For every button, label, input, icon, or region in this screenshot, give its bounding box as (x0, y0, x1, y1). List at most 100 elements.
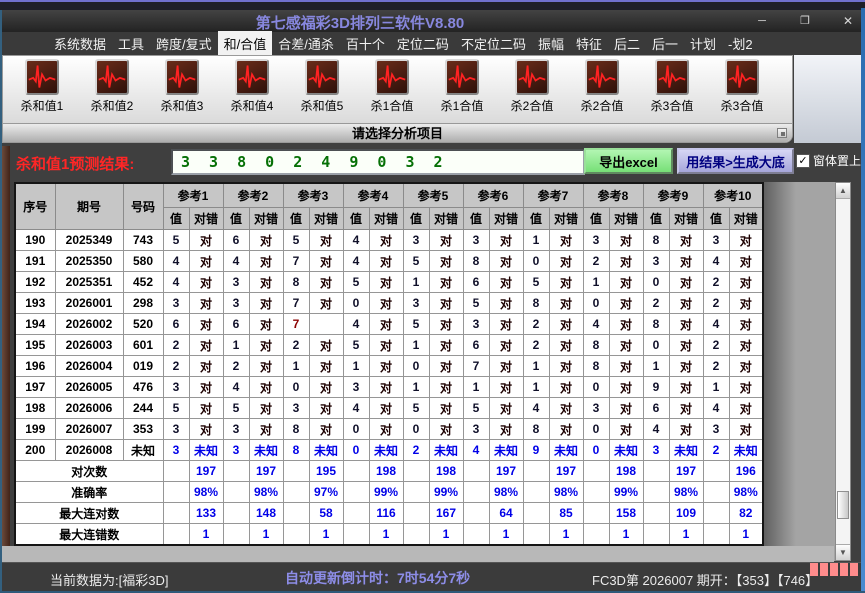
summary-gap-cell[interactable] (462, 523, 490, 546)
cell-ref-result[interactable]: 对 (428, 418, 464, 440)
cell-index[interactable]: 196 (14, 355, 56, 377)
cell-ref-value[interactable]: 8 (642, 313, 670, 335)
summary-gap-cell[interactable] (342, 523, 370, 546)
cell-number[interactable]: 580 (122, 250, 164, 272)
cell-ref-value[interactable]: 3 (222, 271, 250, 293)
cell-ref-value[interactable]: 3 (642, 250, 670, 272)
cell-ref-value[interactable]: 8 (282, 271, 310, 293)
cell-ref-value[interactable]: 1 (402, 334, 430, 356)
cell-ref-value[interactable]: 1 (342, 355, 370, 377)
summary-gap-cell[interactable] (582, 502, 610, 524)
cell-ref-value[interactable]: 5 (522, 271, 550, 293)
summary-value-cell[interactable]: 98% (548, 481, 584, 503)
cell-ref-value[interactable]: 5 (342, 271, 370, 293)
cell-ref-result[interactable]: 对 (248, 250, 284, 272)
cell-ref-value[interactable]: 0 (582, 292, 610, 314)
cell-number[interactable]: 未知 (122, 439, 164, 461)
menu-item-5[interactable]: 百十个 (340, 31, 391, 56)
cell-ref-result[interactable]: 对 (728, 397, 764, 419)
summary-gap-cell[interactable] (642, 523, 670, 546)
cell-ref-result[interactable]: 对 (728, 250, 764, 272)
cell-ref-result[interactable]: 对 (248, 229, 284, 251)
summary-gap-cell[interactable] (522, 502, 550, 524)
summary-gap-cell[interactable] (642, 460, 670, 482)
cell-ref-result[interactable]: 对 (668, 229, 704, 251)
summary-value-cell[interactable]: 1 (608, 523, 644, 546)
cell-ref-value[interactable]: 5 (342, 334, 370, 356)
summary-gap-cell[interactable] (462, 481, 490, 503)
summary-gap-cell[interactable] (282, 481, 310, 503)
cell-ref-value[interactable]: 3 (162, 439, 190, 461)
cell-ref-value[interactable]: 1 (522, 376, 550, 398)
cell-period[interactable]: 2025351 (54, 271, 124, 293)
cell-ref-result[interactable]: 对 (488, 229, 524, 251)
cell-ref-value[interactable]: 8 (522, 292, 550, 314)
cell-ref-result[interactable]: 对 (548, 271, 584, 293)
toolbar-button-5[interactable]: 杀和值5 (287, 59, 357, 114)
cell-ref-value[interactable]: 9 (642, 376, 670, 398)
cell-ref-result[interactable]: 对 (368, 313, 404, 335)
cell-ref-result[interactable]: 对 (488, 292, 524, 314)
cell-ref-result[interactable]: 对 (608, 418, 644, 440)
summary-gap-cell[interactable] (162, 460, 190, 482)
summary-value-cell[interactable]: 133 (188, 502, 224, 524)
cell-ref-value[interactable]: 2 (702, 292, 730, 314)
cell-ref-result[interactable]: 对 (368, 397, 404, 419)
cell-ref-result[interactable]: 对 (428, 271, 464, 293)
cell-ref-result[interactable]: 对 (488, 334, 524, 356)
cell-ref-value[interactable]: 5 (462, 292, 490, 314)
cell-ref-result[interactable]: 对 (308, 229, 344, 251)
menu-item-4[interactable]: 合差/通杀 (272, 31, 340, 56)
cell-ref-value[interactable]: 2 (402, 439, 430, 461)
cell-period[interactable]: 2025349 (54, 229, 124, 251)
cell-ref-result[interactable]: 对 (248, 355, 284, 377)
cell-ref-result[interactable]: 对 (488, 313, 524, 335)
cell-ref-result[interactable]: 对 (248, 334, 284, 356)
menu-item-11[interactable]: 后一 (646, 31, 684, 56)
cell-ref-value[interactable]: 4 (702, 397, 730, 419)
menu-item-9[interactable]: 特征 (570, 31, 608, 56)
toolbar-button-4[interactable]: 杀和值4 (217, 59, 287, 114)
cell-ref-value[interactable]: 8 (462, 250, 490, 272)
cell-ref-result[interactable]: 对 (248, 397, 284, 419)
cell-ref-result[interactable]: 对 (188, 376, 224, 398)
cell-number[interactable]: 244 (122, 397, 164, 419)
cell-ref-value[interactable]: 1 (402, 271, 430, 293)
summary-value-cell[interactable]: 197 (548, 460, 584, 482)
cell-ref-value[interactable]: 4 (702, 250, 730, 272)
cell-ref-result[interactable]: 对 (428, 250, 464, 272)
cell-ref-result[interactable]: 对 (308, 376, 344, 398)
cell-ref-result[interactable]: 对 (308, 292, 344, 314)
cell-ref-value[interactable]: 8 (522, 418, 550, 440)
cell-index[interactable]: 195 (14, 334, 56, 356)
cell-ref-result[interactable]: 对 (488, 271, 524, 293)
cell-ref-result[interactable]: 对 (368, 292, 404, 314)
summary-value-cell[interactable]: 109 (668, 502, 704, 524)
summary-gap-cell[interactable] (342, 502, 370, 524)
cell-ref-value[interactable]: 7 (282, 250, 310, 272)
cell-ref-result[interactable]: 对 (248, 292, 284, 314)
cell-ref-value[interactable]: 5 (222, 397, 250, 419)
cell-period[interactable]: 2026004 (54, 355, 124, 377)
summary-value-cell[interactable]: 1 (728, 523, 764, 546)
menu-item-2[interactable]: 跨度/复式 (150, 31, 218, 56)
cell-index[interactable]: 194 (14, 313, 56, 335)
cell-number[interactable]: 601 (122, 334, 164, 356)
cell-ref-result[interactable]: 对 (548, 229, 584, 251)
summary-value-cell[interactable]: 1 (668, 523, 704, 546)
cell-ref-value[interactable]: 4 (342, 229, 370, 251)
generate-result-button[interactable]: 用结果>生成大底 (677, 148, 794, 174)
cell-ref-result[interactable]: 对 (188, 229, 224, 251)
summary-value-cell[interactable]: 1 (548, 523, 584, 546)
cell-ref-value[interactable]: 3 (642, 439, 670, 461)
cell-ref-value[interactable]: 7 (462, 355, 490, 377)
cell-ref-value[interactable]: 2 (522, 313, 550, 335)
cell-ref-result[interactable]: 对 (728, 229, 764, 251)
cell-ref-result[interactable]: 对 (428, 229, 464, 251)
cell-ref-result[interactable]: 对 (608, 334, 644, 356)
cell-ref-value[interactable]: 6 (222, 229, 250, 251)
cell-ref-result[interactable]: 对 (608, 292, 644, 314)
cell-ref-result[interactable]: 对 (368, 334, 404, 356)
cell-ref-result[interactable]: 对 (248, 376, 284, 398)
cell-ref-value[interactable]: 1 (402, 376, 430, 398)
